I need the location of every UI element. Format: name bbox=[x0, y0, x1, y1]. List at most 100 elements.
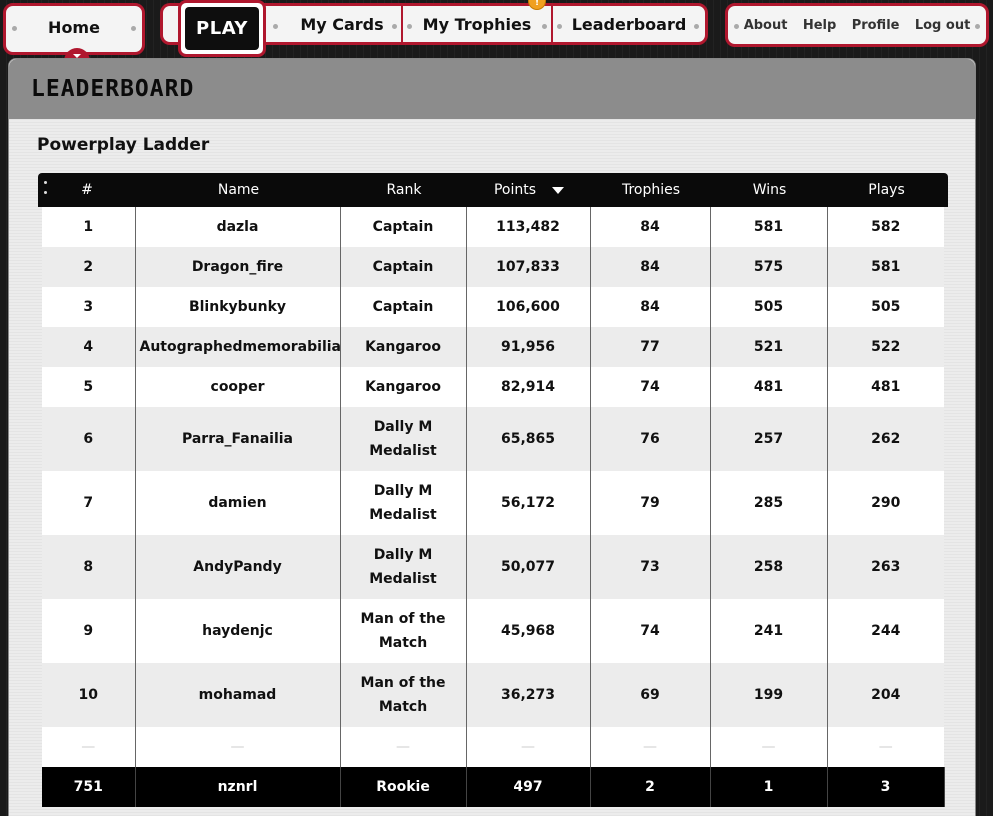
page-title: LEADERBOARD bbox=[31, 76, 195, 102]
cell-plays: 3 bbox=[827, 767, 945, 807]
cell-points: 497 bbox=[466, 767, 591, 807]
cell-rank: Captain bbox=[340, 207, 467, 247]
cell-rank: Kangaroo bbox=[340, 327, 467, 367]
cell-wins: 285 bbox=[710, 471, 828, 535]
tab-my-trophies[interactable]: My Trophies bbox=[403, 6, 553, 42]
play-button[interactable]: PLAY bbox=[178, 0, 266, 57]
column-header-points-label: Points bbox=[493, 182, 537, 198]
cell-trophies: 76 bbox=[590, 407, 711, 471]
cell-plays: 244 bbox=[827, 599, 944, 663]
profile-link[interactable]: Profile bbox=[852, 18, 900, 33]
cell-rank: Dally M Medalist bbox=[340, 471, 467, 535]
rivet-icon bbox=[557, 24, 562, 29]
tab-label: My Trophies bbox=[422, 14, 532, 34]
column-header-name[interactable]: Name bbox=[136, 182, 341, 198]
gap-cell: — bbox=[135, 727, 341, 767]
table-row[interactable]: 10 mohamad Man of the Match 36,273 69 199 204 bbox=[42, 663, 944, 727]
cell-trophies: 84 bbox=[590, 287, 711, 327]
table-row[interactable]: 7 damien Dally M Medalist 56,172 79 285 290 bbox=[42, 471, 944, 535]
rivet-icon bbox=[407, 24, 412, 29]
panel-header: LEADERBOARD bbox=[9, 59, 975, 119]
gap-cell: — bbox=[466, 727, 591, 767]
rivet-icon bbox=[273, 24, 278, 29]
cell-name: Dragon_fire bbox=[135, 247, 341, 287]
cell-name: Parra_Fanailia bbox=[135, 407, 341, 471]
cell-name: haydenjc bbox=[135, 599, 341, 663]
logout-link[interactable]: Log out bbox=[915, 18, 970, 33]
cell-wins: 481 bbox=[710, 367, 828, 407]
cell-trophies: 2 bbox=[590, 767, 711, 807]
cell-name: nznrl bbox=[135, 767, 341, 807]
cell-rank: Man of the Match bbox=[340, 663, 467, 727]
cell-position: 5 bbox=[42, 367, 136, 407]
table-row[interactable]: 3 Blinkybunky Captain 106,600 84 505 505 bbox=[42, 287, 944, 327]
leaderboard-table: 1 dazla Captain 113,482 84 581 582 2 Dragon_fire… bbox=[42, 207, 945, 807]
table-row[interactable]: 9 haydenjc Man of the Match 45,968 74 241 244 bbox=[42, 599, 944, 663]
cell-plays: 505 bbox=[827, 287, 944, 327]
rivet-icon bbox=[734, 24, 739, 29]
cell-points: 107,833 bbox=[466, 247, 591, 287]
cell-name: dazla bbox=[135, 207, 341, 247]
table-row[interactable]: 8 AndyPandy Dally M Medalist 50,077 73 258 263 bbox=[42, 535, 944, 599]
cell-name: cooper bbox=[135, 367, 341, 407]
cell-plays: 582 bbox=[827, 207, 944, 247]
gap-cell: — bbox=[590, 727, 711, 767]
cell-name: mohamad bbox=[135, 663, 341, 727]
column-header-rank-number[interactable]: # bbox=[38, 182, 136, 198]
cell-trophies: 77 bbox=[590, 327, 711, 367]
cell-rank: Dally M Medalist bbox=[340, 535, 467, 599]
cell-plays: 290 bbox=[827, 471, 944, 535]
help-link[interactable]: Help bbox=[803, 18, 836, 33]
gap-cell: — bbox=[827, 727, 944, 767]
rivet-icon bbox=[392, 24, 397, 29]
about-link[interactable]: About bbox=[744, 18, 788, 33]
nav-home-button[interactable]: Home bbox=[3, 3, 145, 62]
cell-trophies: 84 bbox=[590, 247, 711, 287]
cell-position: 7 bbox=[42, 471, 136, 535]
gap-cell: — bbox=[42, 727, 136, 767]
column-header-trophies[interactable]: Trophies bbox=[591, 182, 711, 198]
table-row[interactable]: 6 Parra_Fanailia Dally M Medalist 65,865 76 2… bbox=[42, 407, 944, 471]
current-user-row[interactable]: 751 nznrl Rookie 497 2 1 3 bbox=[42, 767, 945, 807]
cell-points: 106,600 bbox=[466, 287, 591, 327]
cell-position: 8 bbox=[42, 535, 136, 599]
cell-points: 36,273 bbox=[466, 663, 591, 727]
cell-trophies: 84 bbox=[590, 207, 711, 247]
column-header-points[interactable]: Points bbox=[467, 182, 591, 198]
cell-rank: Kangaroo bbox=[340, 367, 467, 407]
cell-trophies: 74 bbox=[590, 367, 711, 407]
cell-rank: Dally M Medalist bbox=[340, 407, 467, 471]
cell-wins: 257 bbox=[710, 407, 828, 471]
cell-plays: 204 bbox=[827, 663, 944, 727]
cell-wins: 241 bbox=[710, 599, 828, 663]
nav-account-links: About Help Profile Log out bbox=[725, 3, 989, 47]
cell-wins: 199 bbox=[710, 663, 828, 727]
column-header-wins[interactable]: Wins bbox=[711, 182, 828, 198]
table-row[interactable]: 2 Dragon_fire Captain 107,833 84 575 581 bbox=[42, 247, 944, 287]
cell-position: 9 bbox=[42, 599, 136, 663]
ladder-title: Powerplay Ladder bbox=[37, 135, 210, 155]
cell-points: 91,956 bbox=[466, 327, 591, 367]
cell-points: 82,914 bbox=[466, 367, 591, 407]
cell-plays: 581 bbox=[827, 247, 944, 287]
table-header: # Name Rank Points Trophies Wins Plays bbox=[38, 173, 948, 207]
nav-main-tabs: My Cards My Trophies Leaderboard bbox=[250, 3, 708, 45]
table-row[interactable]: 1 dazla Captain 113,482 84 581 582 bbox=[42, 207, 944, 247]
cell-position: 1 bbox=[42, 207, 136, 247]
sort-descending-icon bbox=[552, 186, 565, 194]
play-label: PLAY bbox=[185, 7, 259, 50]
drag-handle-icon[interactable] bbox=[44, 179, 48, 201]
cell-name: Blinkybunky bbox=[135, 287, 341, 327]
cell-trophies: 73 bbox=[590, 535, 711, 599]
cell-rank: Captain bbox=[340, 287, 467, 327]
column-header-plays[interactable]: Plays bbox=[828, 182, 945, 198]
table-row[interactable]: 5 cooper Kangaroo 82,914 74 481 481 bbox=[42, 367, 944, 407]
cell-rank: Captain bbox=[340, 247, 467, 287]
cell-points: 65,865 bbox=[466, 407, 591, 471]
cell-plays: 262 bbox=[827, 407, 944, 471]
table-row[interactable]: 4 Autographedmemorabilia Kangaroo 91,956 77 5… bbox=[42, 327, 944, 367]
tab-my-cards[interactable]: My Cards bbox=[253, 6, 403, 42]
cell-position: 4 bbox=[42, 327, 136, 367]
tab-leaderboard[interactable]: Leaderboard bbox=[553, 6, 705, 42]
column-header-rank[interactable]: Rank bbox=[341, 182, 467, 198]
